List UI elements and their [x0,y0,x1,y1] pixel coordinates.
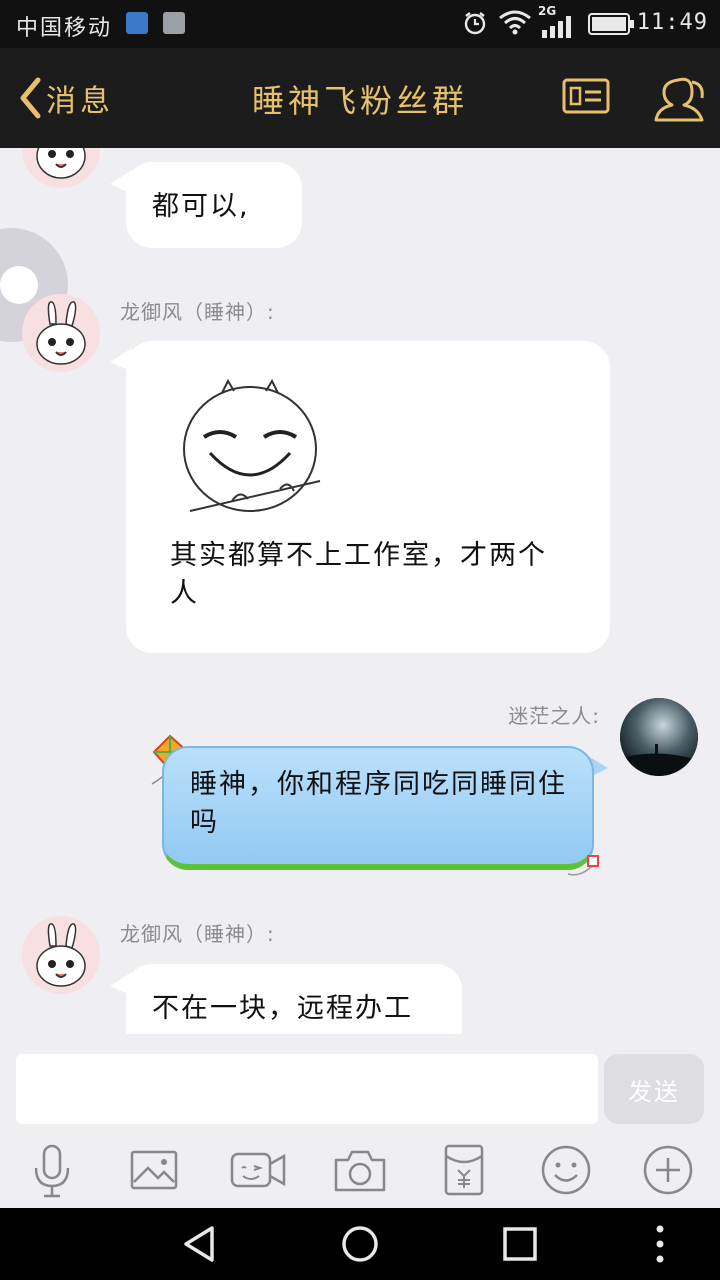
self-avatar[interactable] [620,698,698,776]
recents-icon[interactable] [498,1222,542,1266]
battery-icon [588,13,634,35]
chat-messages[interactable]: 都可以, 龙御风（睡神）: 其实都算不上工作室，才两个人 迷茫之人: 睡神，你和… [0,148,720,1034]
sticker-image [183,378,321,512]
bubble-corner-decoration-icon [567,855,599,876]
microphone-icon[interactable] [24,1142,80,1198]
gallery-app-icon [163,12,185,34]
avatar[interactable] [22,294,100,372]
rabbit-avatar-icon [22,294,100,372]
alarm-icon [464,12,486,35]
red-packet-icon[interactable] [436,1142,492,1198]
message-text: 都可以, [152,191,250,222]
chat-toolbar [0,1134,720,1208]
message-bubble[interactable]: 不在一块，远程办工 [126,964,462,1034]
system-nav-bar [0,1208,720,1280]
plus-icon[interactable] [640,1142,696,1198]
message-text: 其实都算不上工作室，才两个人 [170,540,547,609]
status-bar: 中国移动 2G 11:49 [0,0,720,48]
image-icon[interactable] [126,1142,182,1198]
video-call-icon[interactable] [230,1142,286,1198]
message-bubble[interactable]: 睡神，你和程序同吃同睡同住吗 [162,746,594,870]
message-text: 不在一块，远程办工 [152,993,413,1024]
message-bubble[interactable]: 都可以, [126,162,302,248]
camera-icon[interactable] [332,1142,388,1198]
avatar[interactable] [22,916,100,994]
sender-name: 龙御风（睡神）: [120,300,275,324]
back-icon[interactable] [178,1222,222,1266]
sender-name: 迷茫之人: [508,704,600,728]
group-members-button[interactable] [652,70,708,126]
emoji-icon[interactable] [538,1142,594,1198]
chat-header: 消息 睡神飞粉丝群 [0,48,720,148]
avatar[interactable] [22,148,100,188]
message-text: 睡神，你和程序同吃同睡同住吗 [190,769,567,838]
dark-landscape-avatar-icon [620,698,698,776]
message-bubble[interactable]: 其实都算不上工作室，才两个人 [126,341,610,653]
input-bar: 发送 [0,1034,720,1134]
page-title: 睡神飞粉丝群 [251,82,468,120]
home-icon[interactable] [338,1222,382,1266]
health-app-icon [126,12,148,34]
floating-assist-dot [0,266,38,304]
carrier-name: 中国移动 [16,16,113,41]
message-input[interactable] [16,1054,598,1124]
clock: 11:49 [636,10,708,35]
group-card-button[interactable] [562,78,610,114]
rabbit-avatar-icon [22,148,100,188]
sender-name: 龙御风（睡神）: [120,922,275,946]
more-icon[interactable] [638,1222,682,1266]
signal-icon [542,16,571,38]
wifi-icon [499,10,531,35]
rabbit-avatar-icon [22,916,100,994]
send-button[interactable]: 发送 [604,1054,704,1124]
